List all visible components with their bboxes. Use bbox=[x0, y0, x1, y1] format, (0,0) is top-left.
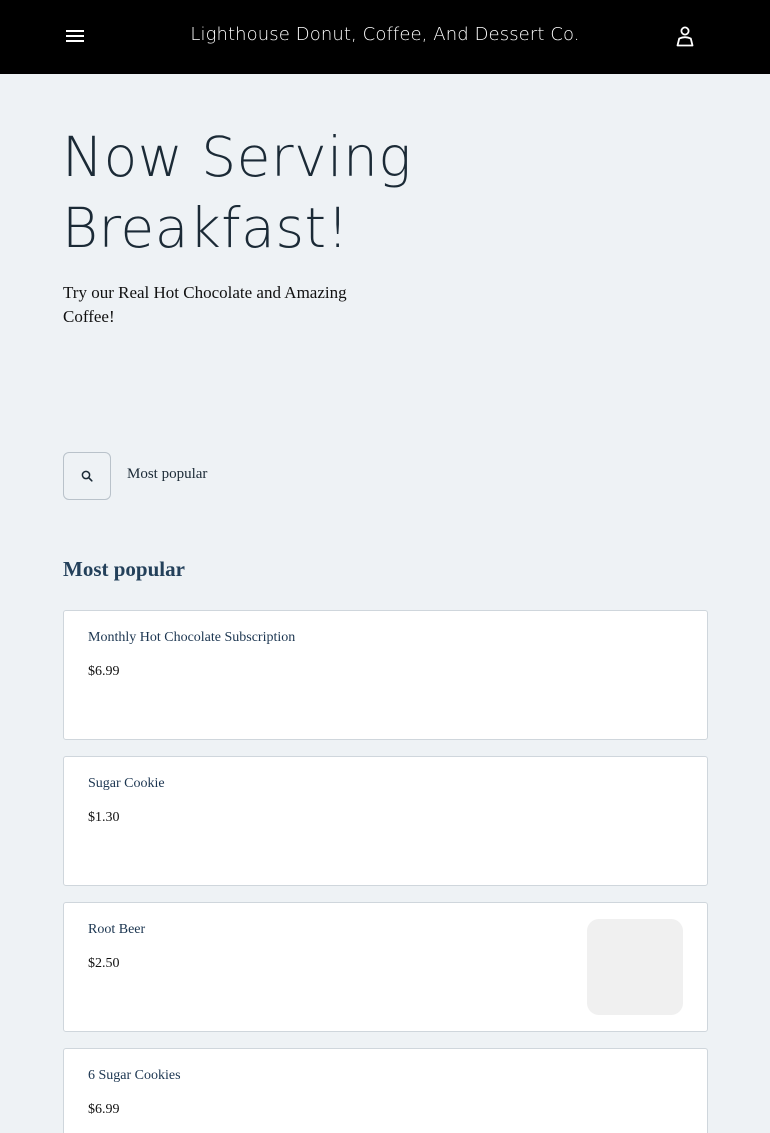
category-filter-most-popular[interactable]: Most popular bbox=[127, 466, 207, 483]
product-card[interactable]: 6 Sugar Cookies $6.99 bbox=[63, 1048, 708, 1133]
product-name: Sugar Cookie bbox=[88, 776, 165, 791]
product-card[interactable]: Root Beer $2.50 bbox=[63, 902, 708, 1032]
product-price: $6.99 bbox=[88, 664, 120, 679]
product-card[interactable]: Sugar Cookie $1.30 bbox=[63, 756, 708, 886]
hero-subtitle: Try our Real Hot Chocolate and Amazing C… bbox=[63, 283, 347, 326]
product-price: $2.50 bbox=[88, 956, 120, 971]
account-button[interactable] bbox=[673, 23, 697, 49]
product-name: 6 Sugar Cookies bbox=[88, 1068, 181, 1083]
section-heading: Most popular bbox=[63, 557, 185, 581]
top-navigation-bar: Lighthouse Donut, Coffee, And Dessert Co… bbox=[0, 0, 770, 74]
search-icon bbox=[81, 470, 93, 482]
product-price: $1.30 bbox=[88, 810, 120, 825]
product-price: $6.99 bbox=[88, 1102, 120, 1117]
search-button[interactable] bbox=[63, 452, 111, 500]
product-image-placeholder bbox=[587, 919, 683, 1015]
product-card[interactable]: Monthly Hot Chocolate Subscription $6.99 bbox=[63, 610, 708, 740]
brand-title[interactable]: Lighthouse Donut, Coffee, And Dessert Co… bbox=[0, 24, 770, 45]
product-name: Root Beer bbox=[88, 922, 146, 937]
user-account-icon bbox=[676, 26, 694, 47]
hero-title: Now Serving Breakfast! bbox=[62, 125, 412, 260]
product-name: Monthly Hot Chocolate Subscription bbox=[88, 630, 296, 645]
